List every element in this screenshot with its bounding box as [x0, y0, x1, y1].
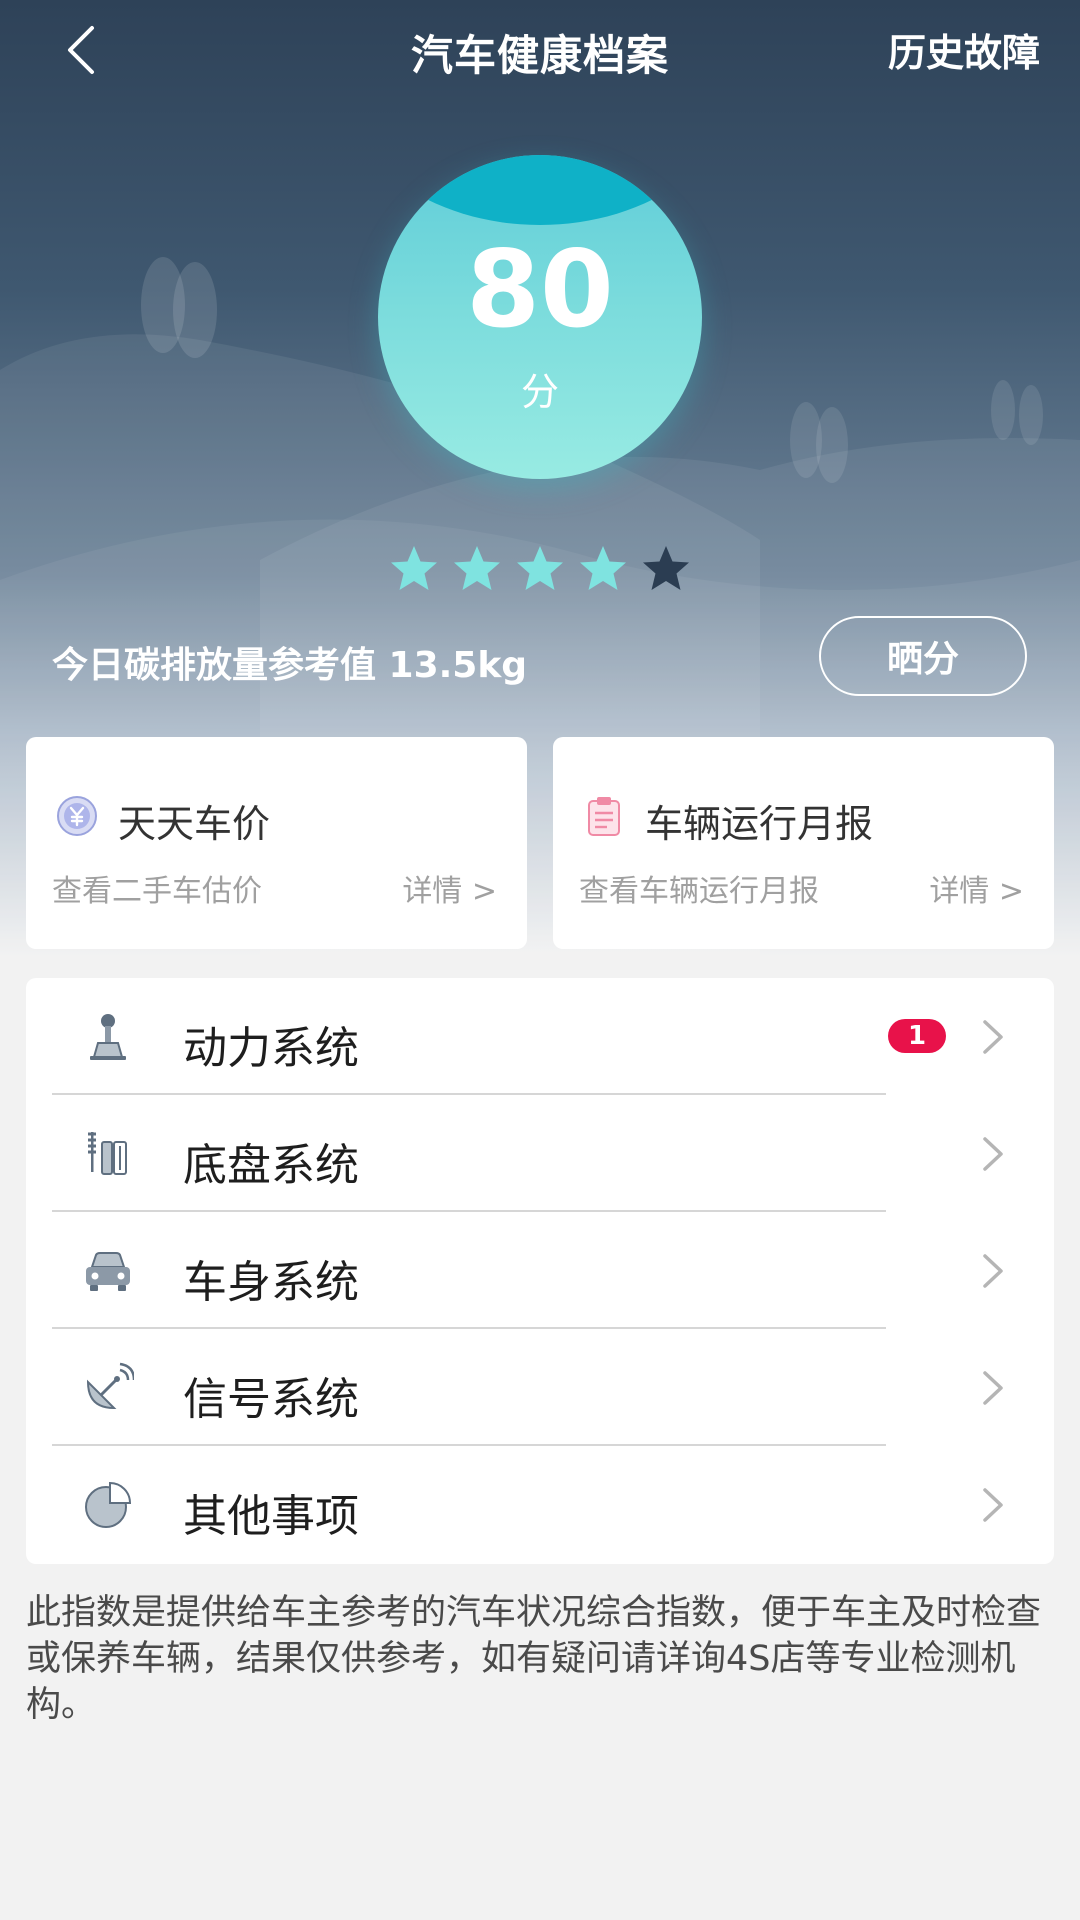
history-faults-link[interactable]: 历史故障	[888, 22, 1040, 77]
star-filled-icon	[580, 546, 626, 590]
yuan-coin-icon	[57, 796, 97, 836]
gear-shift-icon	[90, 1014, 126, 1060]
card-title: 车辆运行月报	[645, 802, 874, 846]
monthly-report-card[interactable]: 车辆运行月报 查看车辆运行月报 详情 >	[553, 737, 1054, 949]
score-unit: 分	[520, 370, 559, 414]
chevron-right-icon	[983, 1371, 1003, 1405]
star-empty-icon	[643, 546, 689, 590]
systems-list: 动力系统 1 底盘系统 车身系统 信号系统 其他事项	[26, 978, 1054, 1564]
system-label: 动力系统	[183, 1023, 359, 1074]
score-value: 80	[466, 228, 614, 351]
clipboard-icon	[588, 797, 620, 836]
system-label: 其他事项	[183, 1491, 359, 1542]
system-row-body[interactable]: 车身系统	[26, 1212, 1054, 1329]
suspension-icon	[88, 1132, 127, 1175]
star-filled-icon	[454, 546, 500, 590]
satellite-dish-icon	[86, 1362, 134, 1410]
score-circle: 80 分	[378, 155, 702, 479]
score-wave	[378, 155, 702, 225]
chevron-right-icon	[983, 1020, 1003, 1054]
car-body-icon	[86, 1252, 130, 1291]
system-row-other[interactable]: 其他事项	[26, 1446, 1054, 1563]
system-label: 车身系统	[183, 1257, 359, 1308]
top-bar: 汽车健康档案 历史故障	[0, 0, 1080, 96]
disclaimer-text: 此指数是提供给车主参考的汽车状况综合指数，便于车主及时检查或保养车辆，结果仅供参…	[26, 1593, 1042, 1725]
star-filled-icon	[391, 546, 437, 590]
system-row-chassis[interactable]: 底盘系统	[26, 1095, 1054, 1212]
system-label: 信号系统	[183, 1374, 359, 1425]
health-score: 80 分	[378, 155, 702, 489]
card-details-link[interactable]: 详情 >	[929, 866, 1024, 910]
fault-count-badge: 1	[888, 1019, 946, 1053]
card-subtitle: 查看车辆运行月报	[579, 874, 819, 909]
card-title: 天天车价	[118, 802, 271, 846]
pie-chart-icon	[85, 1481, 132, 1528]
star-filled-icon	[517, 546, 563, 590]
card-subtitle: 查看二手车估价	[52, 874, 262, 909]
card-details-link[interactable]: 详情 >	[402, 866, 497, 910]
system-row-powertrain[interactable]: 动力系统 1	[26, 978, 1054, 1095]
chevron-right-icon	[983, 1254, 1003, 1288]
car-price-card[interactable]: 天天车价 查看二手车估价 详情 >	[26, 737, 527, 949]
carbon-emission-text: 今日碳排放量参考值 13.5kg	[52, 645, 528, 686]
system-label: 底盘系统	[183, 1140, 359, 1191]
share-score-button[interactable]: 晒分	[819, 616, 1027, 696]
system-row-signal[interactable]: 信号系统	[26, 1329, 1054, 1446]
chevron-right-icon	[983, 1137, 1003, 1171]
star-rating	[388, 543, 692, 599]
chevron-right-icon	[983, 1488, 1003, 1522]
